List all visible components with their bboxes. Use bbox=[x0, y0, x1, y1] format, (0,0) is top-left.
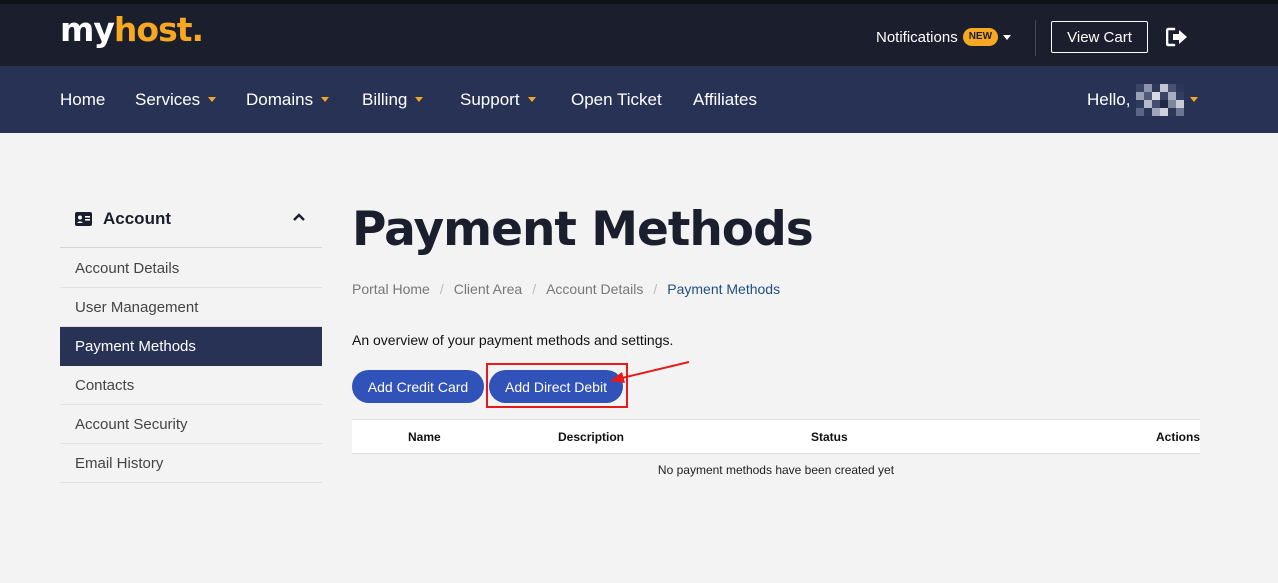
sidebar-item-user-management[interactable]: User Management bbox=[60, 288, 322, 327]
table-header: Name Description Status Actions bbox=[352, 419, 1200, 454]
column-header-name[interactable]: Name bbox=[408, 430, 441, 444]
nav-billing[interactable]: Billing bbox=[362, 66, 424, 133]
sidebar-item-account-security[interactable]: Account Security bbox=[60, 405, 322, 444]
page-title: Payment Methods bbox=[352, 202, 814, 257]
sign-out-icon[interactable] bbox=[1165, 27, 1188, 47]
empty-table-message: No payment methods have been created yet bbox=[657, 463, 895, 477]
redacted-username bbox=[1136, 83, 1185, 116]
greeting-label: Hello, bbox=[1087, 89, 1131, 109]
breadcrumb-separator: / bbox=[532, 281, 537, 297]
user-menu[interactable]: Hello, bbox=[1087, 66, 1199, 133]
nav-open-ticket[interactable]: Open Ticket bbox=[571, 66, 662, 133]
intro-text: An overview of your payment methods and … bbox=[352, 332, 674, 348]
notifications-menu[interactable]: Notifications NEW bbox=[876, 26, 1012, 48]
chevron-down-icon bbox=[527, 97, 536, 102]
notifications-label: Notifications bbox=[876, 28, 958, 46]
breadcrumb-portal-home[interactable]: Portal Home bbox=[352, 281, 430, 297]
breadcrumb-account-details[interactable]: Account Details bbox=[546, 281, 643, 297]
view-cart-button[interactable]: View Cart bbox=[1051, 21, 1148, 53]
chevron-down-icon bbox=[1003, 34, 1012, 40]
add-credit-card-button[interactable]: Add Credit Card bbox=[352, 370, 484, 403]
breadcrumb-separator: / bbox=[439, 281, 444, 297]
top-header: myhost. Notifications NEW View Cart bbox=[0, 0, 1278, 66]
nav-support[interactable]: Support bbox=[460, 66, 536, 133]
annotation-arrow-icon bbox=[610, 361, 690, 383]
breadcrumb-current: Payment Methods bbox=[667, 281, 781, 297]
chevron-down-icon bbox=[208, 97, 217, 102]
sidebar-menu: Account Details User Management Payment … bbox=[60, 249, 322, 483]
breadcrumb: Portal Home / Client Area / Account Deta… bbox=[352, 279, 780, 299]
site-logo[interactable]: myhost. bbox=[60, 10, 204, 50]
sidebar-title: Account bbox=[103, 209, 171, 228]
chevron-up-icon[interactable] bbox=[292, 212, 306, 222]
sidebar-item-contacts[interactable]: Contacts bbox=[60, 366, 322, 405]
main-nav: Home Services Domains Billing Support Op… bbox=[0, 66, 1278, 133]
nav-services[interactable]: Services bbox=[135, 66, 217, 133]
nav-domains[interactable]: Domains bbox=[246, 66, 330, 133]
sidebar-item-payment-methods[interactable]: Payment Methods bbox=[60, 327, 322, 366]
breadcrumb-separator: / bbox=[653, 281, 658, 297]
nav-home[interactable]: Home bbox=[60, 66, 105, 133]
header-divider bbox=[1035, 20, 1036, 56]
new-badge: NEW bbox=[962, 28, 999, 46]
breadcrumb-client-area[interactable]: Client Area bbox=[454, 281, 522, 297]
payment-methods-table: Name Description Status Actions No payme… bbox=[352, 419, 1200, 486]
column-header-actions: Actions bbox=[1155, 430, 1200, 444]
nav-affiliates[interactable]: Affiliates bbox=[693, 66, 757, 133]
sidebar-item-email-history[interactable]: Email History bbox=[60, 444, 322, 483]
chevron-down-icon bbox=[321, 97, 330, 102]
sidebar-account-header[interactable]: Account bbox=[60, 196, 322, 248]
column-header-status[interactable]: Status bbox=[811, 430, 848, 444]
id-card-icon bbox=[75, 212, 92, 226]
column-header-description[interactable]: Description bbox=[558, 430, 624, 444]
sidebar-item-account-details[interactable]: Account Details bbox=[60, 249, 322, 288]
chevron-down-icon bbox=[1190, 97, 1199, 102]
chevron-down-icon bbox=[415, 97, 424, 102]
